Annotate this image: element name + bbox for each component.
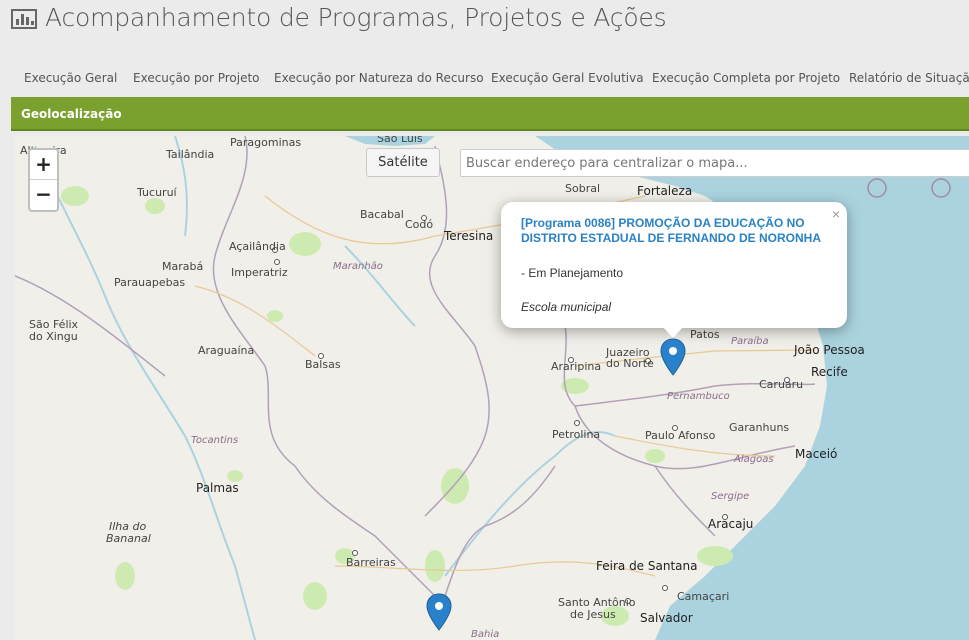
svg-text:Marabá: Marabá: [162, 260, 203, 273]
svg-text:Caruaru: Caruaru: [759, 378, 803, 391]
map-popup: × [Programa 0086] PROMOÇÃO DA EDUCAÇÃO N…: [501, 202, 847, 338]
svg-text:Tocantins: Tocantins: [191, 435, 238, 446]
svg-text:Parauapebas: Parauapebas: [114, 276, 185, 289]
tab-execucao-natureza-recurso[interactable]: Execução por Natureza do Recurso: [274, 58, 484, 98]
svg-text:do Xingu: do Xingu: [29, 330, 78, 343]
section-header-geolocalizacao: Geolocalização: [11, 97, 969, 131]
tab-execucao-por-projeto[interactable]: Execução por Projeto: [133, 58, 260, 98]
tab-execucao-geral[interactable]: Execução Geral: [24, 58, 117, 98]
svg-text:Salvador: Salvador: [640, 611, 693, 625]
svg-text:Imperatriz: Imperatriz: [231, 266, 288, 279]
svg-text:de Jesus: de Jesus: [570, 608, 616, 621]
svg-text:Codó: Codó: [405, 218, 433, 231]
popup-title: [Programa 0086] PROMOÇÃO DA EDUCAÇÃO NO …: [521, 216, 822, 245]
svg-text:do Norte: do Norte: [606, 357, 654, 370]
svg-text:João Pessoa: João Pessoa: [793, 343, 865, 357]
svg-text:Pernambuco: Pernambuco: [667, 391, 730, 402]
svg-text:Paragominas: Paragominas: [230, 136, 301, 149]
svg-text:Camaçari: Camaçari: [677, 590, 729, 603]
svg-text:Aracaju: Aracaju: [708, 517, 753, 531]
svg-text:Palmas: Palmas: [196, 481, 239, 495]
popup-status: - Em Planejamento: [521, 266, 624, 280]
satellite-button[interactable]: Satélite: [366, 148, 440, 177]
zoom-in-button[interactable]: +: [30, 150, 57, 180]
zoom-control: + −: [28, 148, 59, 212]
map-container[interactable]: São Luís Paragominas Tailândia Altamira …: [15, 136, 969, 640]
svg-text:Araguaína: Araguaína: [198, 344, 254, 357]
svg-text:Maceió: Maceió: [795, 447, 837, 461]
svg-text:Araripina: Araripina: [551, 360, 601, 373]
tab-execucao-completa-projeto[interactable]: Execução Completa por Projeto: [652, 58, 840, 98]
svg-text:Tucuruí: Tucuruí: [136, 186, 178, 199]
svg-text:Recife: Recife: [811, 365, 848, 379]
page-title: Acompanhamento de Programas, Projetos e …: [45, 3, 667, 32]
report-tabs: Execução Geral Execução por Projeto Exec…: [0, 58, 969, 98]
svg-text:Maranhão: Maranhão: [333, 261, 383, 272]
svg-text:Petrolina: Petrolina: [552, 428, 600, 441]
page-header: Acompanhamento de Programas, Projetos e …: [0, 0, 969, 44]
svg-text:Tailândia: Tailândia: [165, 148, 214, 161]
popup-tip: [662, 326, 684, 338]
svg-text:Patos: Patos: [690, 328, 720, 341]
map-marker-icon[interactable]: [426, 593, 452, 631]
svg-text:Paulo Afonso: Paulo Afonso: [645, 429, 716, 442]
svg-text:Feira de Santana: Feira de Santana: [596, 559, 697, 573]
map-search-input[interactable]: [460, 149, 969, 177]
popup-type: Escola municipal: [521, 300, 612, 314]
svg-text:Açailândia: Açailândia: [229, 240, 286, 253]
svg-text:Paraíba: Paraíba: [731, 335, 769, 347]
section-title: Geolocalização: [21, 107, 122, 121]
map-marker-icon[interactable]: [660, 338, 686, 376]
svg-text:Teresina: Teresina: [443, 229, 493, 243]
svg-text:Bahia: Bahia: [471, 629, 499, 640]
svg-text:Balsas: Balsas: [305, 358, 341, 371]
tab-relatorio-situacao[interactable]: Relatório de Situação: [849, 58, 969, 98]
svg-text:Bananal: Bananal: [106, 532, 151, 545]
svg-text:Barreiras: Barreiras: [346, 556, 396, 569]
svg-text:Fortaleza: Fortaleza: [637, 184, 692, 198]
popup-close-button[interactable]: ×: [832, 206, 840, 222]
svg-text:Garanhuns: Garanhuns: [729, 421, 789, 434]
svg-text:Bacabal: Bacabal: [360, 208, 404, 221]
svg-text:Alagoas: Alagoas: [733, 454, 774, 465]
tab-execucao-geral-evolutiva[interactable]: Execução Geral Evolutiva: [491, 58, 644, 98]
svg-text:Sobral: Sobral: [565, 182, 600, 195]
svg-text:Sergipe: Sergipe: [711, 491, 749, 502]
svg-text:São Luís: São Luís: [377, 136, 423, 145]
bar-chart-icon: [11, 9, 37, 29]
zoom-out-button[interactable]: −: [30, 180, 57, 210]
